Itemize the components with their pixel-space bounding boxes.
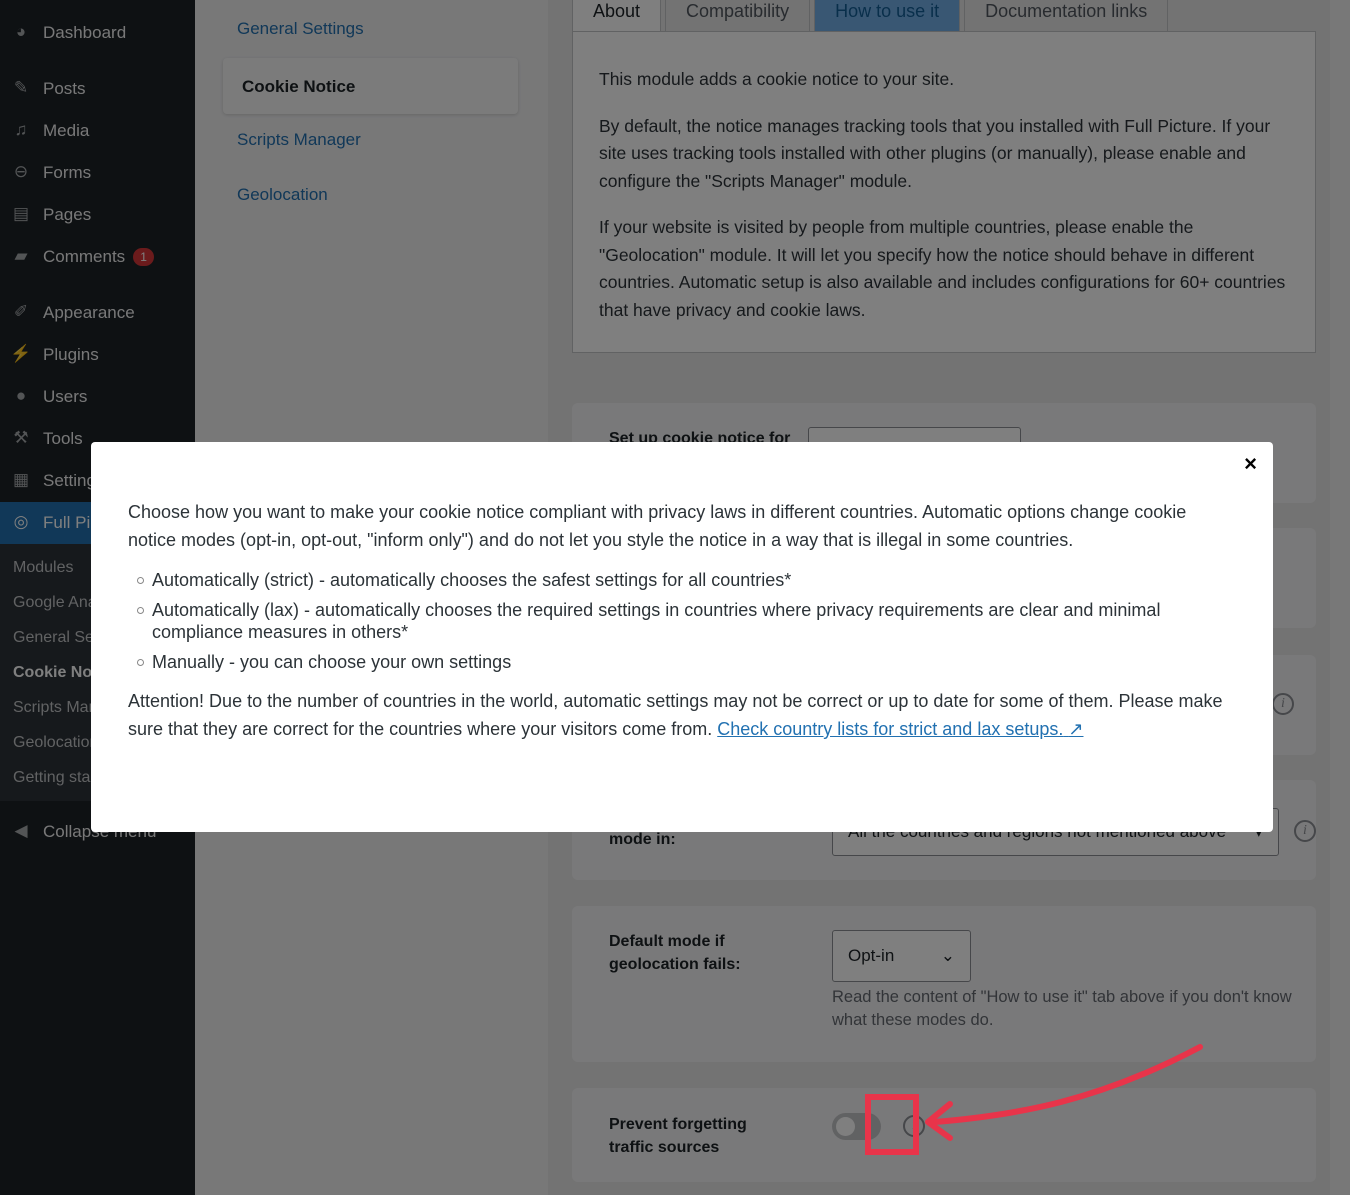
modal-intro: Choose how you want to make your cookie … (128, 502, 1187, 550)
options-list: Automatically (strict) - automatically c… (128, 569, 1236, 673)
list-item: Manually - you can choose your own setti… (128, 651, 1236, 673)
list-item: Automatically (lax) - automatically choo… (128, 599, 1236, 643)
list-item: Automatically (strict) - automatically c… (128, 569, 1236, 591)
external-link-icon: ↗ (1068, 719, 1084, 739)
close-icon[interactable]: × (1244, 450, 1257, 478)
country-lists-link[interactable]: Check country lists for strict and lax s… (717, 719, 1083, 739)
help-modal: × Choose how you want to make your cooki… (91, 442, 1273, 832)
modal-attention: Attention! Due to the number of countrie… (128, 687, 1236, 743)
link-text: Check country lists for strict and lax s… (717, 719, 1064, 739)
